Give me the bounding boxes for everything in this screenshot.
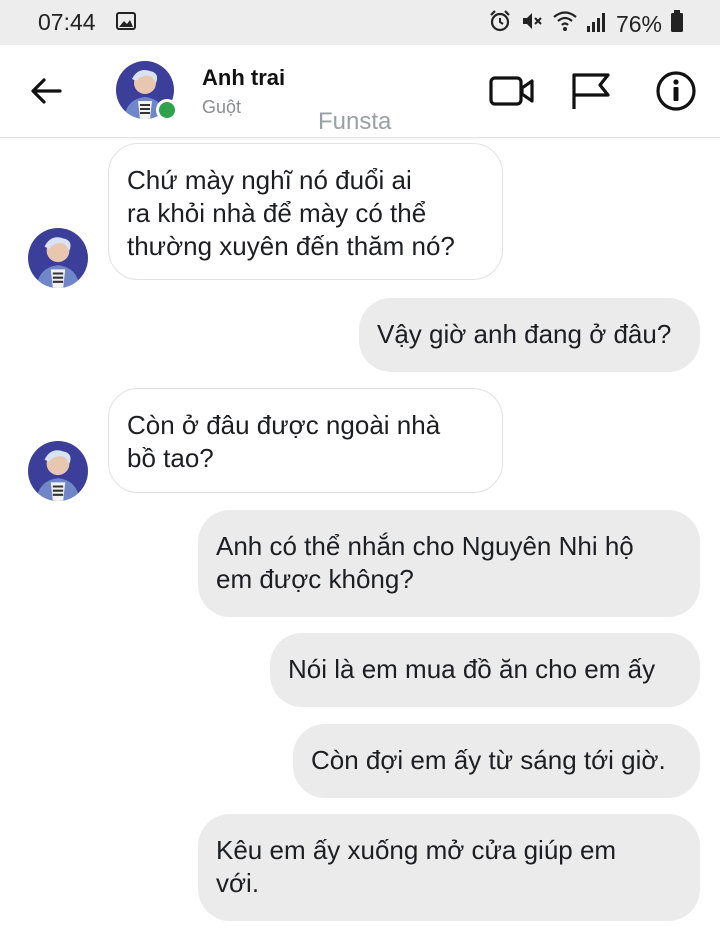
back-arrow-icon[interactable] bbox=[28, 73, 64, 114]
status-time: 07:44 bbox=[38, 9, 96, 35]
battery-percent: 76% bbox=[615, 10, 662, 37]
message-bubble-outgoing[interactable]: Kêu em ấy xuống mở cửa giúp em với. bbox=[198, 814, 700, 921]
message-avatar[interactable] bbox=[28, 228, 88, 288]
video-call-icon[interactable] bbox=[488, 71, 536, 116]
wifi-icon bbox=[552, 10, 578, 38]
gallery-notification-icon bbox=[116, 12, 136, 35]
contact-avatar[interactable] bbox=[116, 61, 178, 121]
mute-icon bbox=[520, 9, 544, 39]
message-bubble-incoming[interactable]: Còn ở đâu được ngoài nhà bồ tao? bbox=[108, 388, 503, 493]
info-icon[interactable] bbox=[654, 71, 698, 116]
contact-subtitle: Guột bbox=[202, 97, 242, 117]
message-avatar[interactable] bbox=[28, 441, 88, 501]
message-bubble-outgoing[interactable]: Còn đợi em ấy từ sáng tới giờ. bbox=[293, 724, 700, 798]
message-bubble-outgoing[interactable]: Vậy giờ anh đang ở đâu? bbox=[359, 298, 700, 372]
alarm-icon bbox=[488, 9, 512, 39]
message-bubble-incoming[interactable]: Chứ mày nghĩ nó đuổi ai ra khỏi nhà để m… bbox=[108, 143, 503, 280]
message-bubble-outgoing[interactable]: Nói là em mua đồ ăn cho em ấy bbox=[270, 633, 700, 707]
flag-icon[interactable] bbox=[568, 71, 616, 116]
status-bar: 07:44 76% bbox=[0, 0, 720, 45]
watermark: Funsta bbox=[318, 108, 392, 135]
message-bubble-outgoing[interactable]: Anh có thể nhắn cho Nguyên Nhi hộ em đượ… bbox=[198, 510, 700, 617]
battery-icon bbox=[670, 10, 684, 38]
online-status-dot bbox=[156, 99, 178, 121]
signal-icon bbox=[586, 11, 608, 38]
contact-name[interactable]: Anh trai bbox=[202, 65, 285, 91]
